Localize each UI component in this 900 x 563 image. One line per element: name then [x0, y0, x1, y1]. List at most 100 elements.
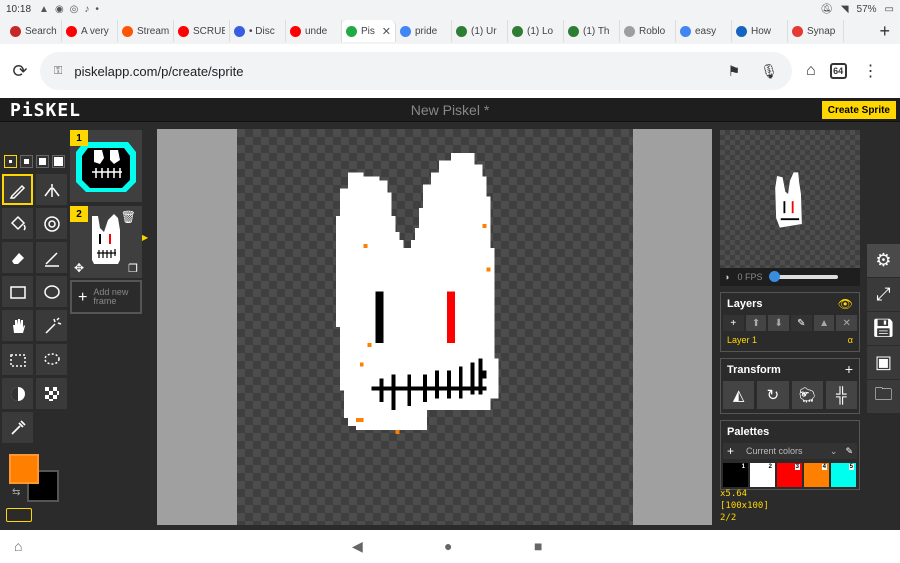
edit-layer-icon[interactable]: ✎ [791, 315, 812, 331]
merge-layer-icon[interactable]: ▲ [813, 315, 835, 331]
tab-title: How [751, 25, 772, 37]
home-button-icon[interactable]: ● [444, 538, 452, 554]
create-sprite-button[interactable]: Create Sprite [821, 101, 896, 119]
stroke-tool[interactable] [36, 242, 67, 273]
lasso-selection-tool[interactable] [36, 344, 67, 375]
recents-icon[interactable]: ■ [534, 538, 542, 554]
create-palette-icon[interactable]: + [727, 444, 734, 458]
close-tab-icon[interactable]: ✕ [382, 25, 391, 38]
pen-size-2[interactable] [20, 155, 33, 168]
browser-tab[interactable]: unde [286, 20, 342, 42]
frame-thumbnail-2[interactable]: 2 🗑︎ ✥ ❐ [70, 206, 142, 278]
drawing-stage[interactable] [157, 129, 712, 525]
browser-tab[interactable]: pride [396, 20, 452, 42]
browser-tab[interactable]: Stream [118, 20, 174, 42]
new-tab-button[interactable]: + [879, 21, 890, 42]
delete-frame-icon[interactable]: 🗑︎ [121, 210, 136, 224]
palette-color-swatch[interactable]: 2 [750, 463, 775, 487]
site-info-icon[interactable]: ⚿ [54, 65, 62, 78]
pen-size-4[interactable] [52, 155, 65, 168]
microphone-icon[interactable]: 🎙︎ [760, 63, 778, 80]
layer-name: Layer 1 [727, 335, 758, 345]
center-icon[interactable]: ╬ [825, 381, 857, 409]
pen-size-3[interactable] [36, 155, 49, 168]
resize-icon[interactable]: ⤢ [867, 278, 900, 312]
circle-tool[interactable] [36, 276, 67, 307]
notification-icon: ◉ [54, 3, 64, 15]
clone-icon[interactable]: 🐑︎ [791, 381, 823, 409]
home-icon[interactable]: ⌂ [806, 62, 816, 80]
browser-tab[interactable]: (1) Ur [452, 20, 508, 42]
add-layer-icon[interactable]: + [723, 315, 744, 331]
duplicate-frame-icon[interactable]: ❐ [128, 262, 138, 275]
eraser-tool[interactable] [2, 242, 33, 273]
browser-tab[interactable]: (1) Lo [508, 20, 564, 42]
vertical-mirror-pen-tool[interactable] [36, 174, 67, 205]
save-icon[interactable]: 💾︎ [867, 312, 900, 346]
pen-size-1[interactable] [4, 155, 17, 168]
dithering-tool[interactable] [36, 378, 67, 409]
move-layer-down-icon[interactable]: ⬇ [768, 315, 790, 331]
palette-color-swatch[interactable]: 1 [723, 463, 748, 487]
browser-tab[interactable]: (1) Th [564, 20, 620, 42]
delete-layer-icon[interactable]: ✕ [836, 315, 858, 331]
tab-switcher-button[interactable]: 64 [829, 63, 847, 79]
frame-thumbnail-1[interactable]: 1 [70, 130, 142, 202]
rectangle-tool[interactable] [2, 276, 33, 307]
pen-tool[interactable] [2, 174, 33, 205]
back-icon[interactable]: ◀ [352, 538, 363, 555]
gear-icon[interactable]: ⚙ [867, 244, 900, 278]
current-palette[interactable]: Current colors [746, 446, 803, 456]
browser-tab[interactable]: Pis ✕ [342, 20, 396, 42]
add-new-frame-button[interactable]: + Add new frame [70, 280, 142, 314]
paint-all-same-color-tool[interactable] [36, 208, 67, 239]
onion-skin-icon[interactable]: ◑ [724, 272, 729, 282]
layer-opacity[interactable]: α [848, 335, 853, 345]
browser-tab[interactable]: SCRUB [174, 20, 230, 42]
palette-color-swatch[interactable]: 5 [831, 463, 856, 487]
animation-preview[interactable] [720, 130, 860, 286]
rotate-icon[interactable]: ↻ [757, 381, 789, 409]
browser-tab[interactable]: Synap [788, 20, 844, 42]
battery-level: 57% [856, 3, 877, 15]
edit-palette-icon[interactable]: ✎ [845, 446, 853, 457]
fps-slider-handle[interactable] [769, 271, 781, 282]
folder-icon[interactable]: 🗀︎ [867, 380, 900, 414]
move-tool[interactable] [2, 310, 33, 341]
overflow-menu-icon[interactable]: ⋮ [863, 61, 879, 81]
color-picker-tool[interactable] [2, 412, 33, 443]
browser-tab[interactable]: How [732, 20, 788, 42]
url-text[interactable]: piskelapp.com/p/create/sprite [74, 64, 243, 79]
rectangle-selection-tool[interactable] [2, 344, 33, 375]
keyboard-shortcuts-icon[interactable] [6, 508, 32, 522]
eye-icon[interactable]: 👁︎ [838, 297, 853, 311]
browser-tab[interactable]: • Disc [230, 20, 286, 42]
move-layer-up-icon[interactable]: ⬆ [745, 315, 767, 331]
drag-frame-icon[interactable]: ✥ [74, 261, 84, 275]
chevron-down-icon[interactable]: ⌄ [830, 446, 838, 457]
browser-tab[interactable]: Search [6, 20, 62, 42]
palette-color-swatch[interactable]: 4 [804, 463, 829, 487]
image-export-icon[interactable]: ▣ [867, 346, 900, 380]
bookmark-icon[interactable]: ⚑ [728, 63, 741, 80]
primary-color-swatch[interactable] [9, 454, 39, 484]
browser-tab[interactable]: Roblo [620, 20, 676, 42]
url-bar[interactable]: ⚿ piskelapp.com/p/create/sprite ⚑ 🎙︎ [40, 52, 792, 90]
shape-selection-tool[interactable] [36, 310, 67, 341]
fps-slider[interactable] [769, 271, 839, 282]
browser-tab[interactable]: easy [676, 20, 732, 42]
layer-item[interactable]: Layer 1 α [723, 333, 857, 347]
palette-selector[interactable]: + Current colors ⌄ ✎ [723, 443, 857, 459]
flip-icon[interactable]: ◭ [723, 381, 755, 409]
tab-favicon-icon [122, 25, 133, 37]
reload-icon[interactable]: ⟳ [0, 61, 40, 82]
expand-transform-icon[interactable]: + [845, 361, 853, 377]
paint-bucket-tool[interactable] [2, 208, 33, 239]
accessibility-icon[interactable]: ⌂ [14, 538, 22, 554]
swap-colors-icon[interactable]: ⇆ [12, 487, 20, 498]
browser-tab[interactable]: A very [62, 20, 118, 42]
lighten-tool[interactable] [2, 378, 33, 409]
drawing-canvas[interactable] [237, 129, 633, 525]
swatch-index: 2 [767, 464, 773, 470]
palette-color-swatch[interactable]: 3 [777, 463, 802, 487]
